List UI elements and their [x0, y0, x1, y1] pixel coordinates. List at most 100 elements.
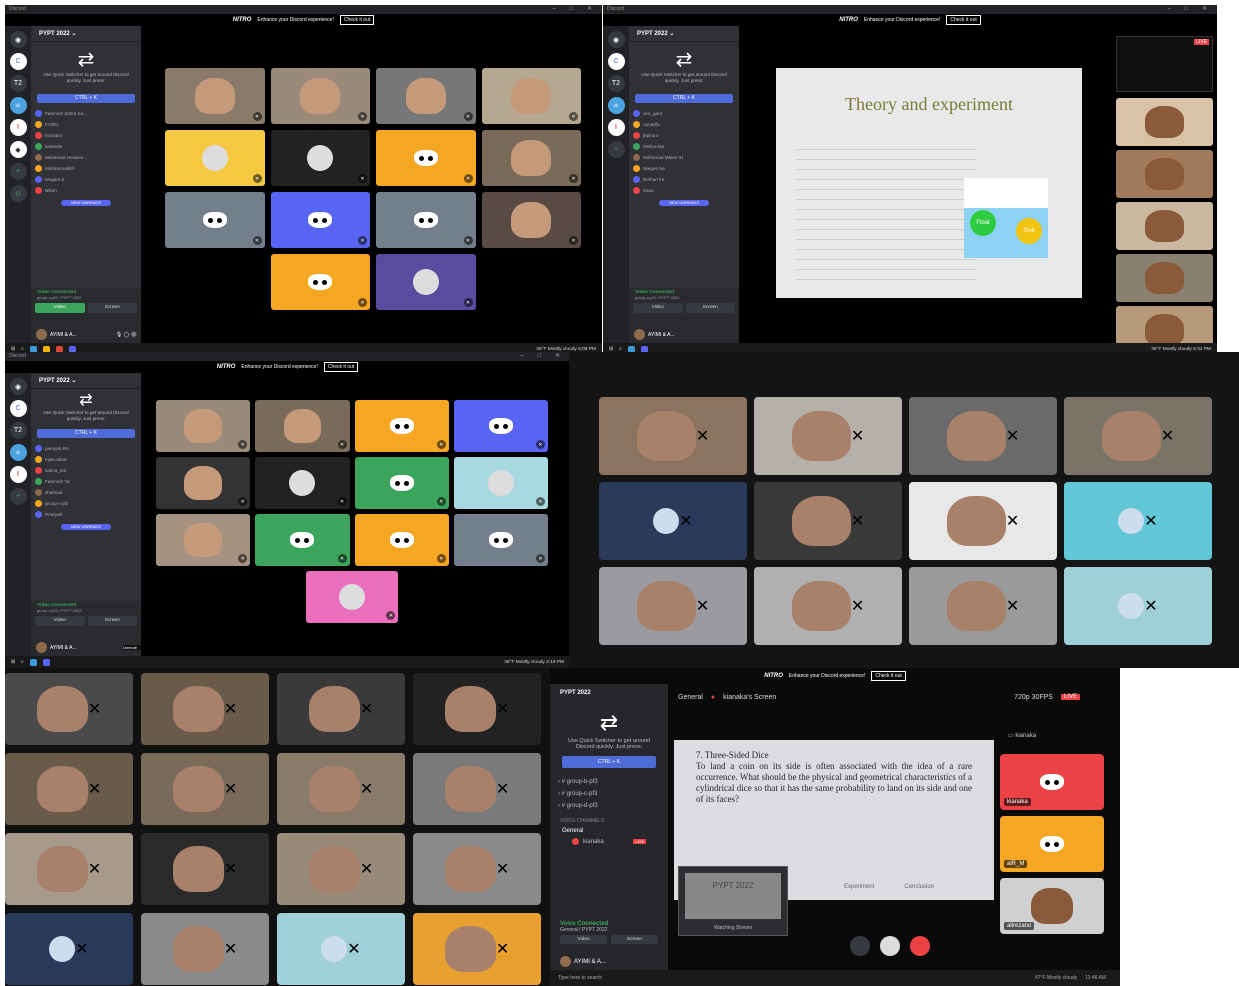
voice-user-row[interactable]: Fatemeh Ya [35, 476, 137, 487]
voice-user-row[interactable]: kastanbr [35, 141, 137, 152]
video-button[interactable]: Video [560, 935, 607, 944]
video-tile[interactable]: ✕ [1064, 397, 1212, 475]
disconnect-icon[interactable] [910, 936, 930, 956]
server-icon[interactable]: ⚛ [9, 444, 27, 461]
video-tile[interactable]: ✕ [277, 913, 405, 985]
video-tile[interactable]: ✕ [413, 833, 541, 905]
server-icon[interactable]: ◆ [9, 141, 27, 158]
server-name[interactable]: PYPT 2022 ⌄ [629, 26, 739, 42]
check-it-out-button[interactable]: Check it out [323, 362, 359, 372]
new-unreads-badge[interactable]: NEW UNREADS [659, 200, 709, 206]
video-tile[interactable]: ✕ [141, 673, 269, 745]
video-tile[interactable]: ✕ [277, 833, 405, 905]
server-name[interactable]: PYPT 2022 [550, 684, 668, 702]
voice-user-row[interactable]: mjan.abod [35, 454, 137, 465]
video-tile[interactable]: ✕ [754, 397, 902, 475]
taskbar-app-icon[interactable] [42, 658, 50, 666]
video-tile[interactable]: ✕ [413, 913, 541, 985]
server-icon[interactable]: T2 [9, 422, 27, 439]
server-icon[interactable]: ⚛ [9, 97, 27, 114]
participant-tile[interactable] [1116, 254, 1213, 302]
stream-pip[interactable]: PYPT 2022 Watching Stream [678, 866, 788, 936]
voice-user-row[interactable]: Borhan Fa [633, 174, 735, 185]
stream-preview[interactable]: LIVE [1116, 36, 1213, 92]
windows-icon[interactable]: ⊞ [11, 347, 15, 352]
server-icon[interactable]: ⚛ [607, 97, 625, 114]
video-tile[interactable]: ✕ [5, 913, 133, 985]
windows-icon[interactable]: ⊞ [11, 660, 15, 665]
voice-user-row[interactable]: group-c-pf2 [35, 498, 137, 509]
add-server-icon[interactable]: + [607, 141, 625, 158]
video-tile[interactable]: ✕ [481, 130, 581, 186]
explore-icon[interactable]: ⊙ [9, 185, 27, 202]
video-tile[interactable]: ✕ [156, 514, 251, 566]
video-tile[interactable]: ✕ [909, 482, 1057, 560]
video-tile[interactable]: ✕ [599, 567, 747, 645]
check-it-out-button[interactable]: Check it out [871, 671, 906, 681]
server-icon[interactable]: C [9, 400, 27, 417]
discord-home-icon[interactable]: ◉ [9, 31, 27, 48]
voice-user-row[interactable]: ven_gara [633, 108, 735, 119]
taskbar-app-icon[interactable] [29, 658, 37, 666]
windows-icon[interactable]: ⊞ [609, 347, 613, 352]
mic-headset-settings-icon[interactable]: 🎙 ◯ ⚙ [116, 332, 141, 338]
video-tile[interactable]: ✕ [376, 68, 476, 124]
taskbar-search-input[interactable]: Type here to search [558, 975, 602, 981]
voice-user-row[interactable]: Narges Ne [633, 163, 735, 174]
screen-share-button[interactable]: Screen [611, 935, 658, 944]
voice-user-row[interactable]: Pouryaft [35, 509, 137, 520]
video-tile[interactable]: ✕ [270, 254, 370, 310]
discord-home-icon[interactable]: ◉ [607, 31, 625, 48]
video-tile[interactable]: ✕ [453, 514, 548, 566]
participant-tile[interactable]: alR_M [1000, 816, 1104, 872]
video-tile[interactable]: ✕ [270, 68, 370, 124]
window-controls[interactable]: – □ ✕ [1168, 5, 1213, 14]
video-tile[interactable]: ✕ [354, 514, 449, 566]
video-tile[interactable]: ✕ [376, 130, 476, 186]
voice-user-row[interactable]: Mogam.b [35, 174, 137, 185]
avatar[interactable] [36, 642, 47, 653]
server-icon[interactable]: I [9, 466, 27, 483]
voice-user-row[interactable]: FAZEL [35, 119, 137, 130]
check-it-out-button[interactable]: Check it out [339, 15, 375, 25]
participant-tile[interactable] [1116, 202, 1213, 250]
video-tile[interactable]: ✕ [754, 482, 902, 560]
video-tile[interactable]: ✕ [376, 254, 476, 310]
server-name[interactable]: PYPT 2022 ⌄ [31, 26, 141, 42]
new-unreads-badge[interactable]: NEW UNREADS [61, 524, 111, 530]
voice-channel-general[interactable]: General [550, 826, 668, 836]
voice-user-row[interactable]: Fatemeh Zahra Sa... [35, 108, 137, 119]
video-tile[interactable]: ✕ [754, 567, 902, 645]
screen-share-button[interactable]: Screen [87, 303, 137, 313]
server-icon[interactable]: C [607, 53, 625, 70]
ctrl-k-button[interactable]: CTRL + K [37, 94, 135, 103]
video-tile[interactable]: ✕ [413, 753, 541, 825]
voice-user-row[interactable]: shahvad [35, 487, 137, 498]
video-tile[interactable]: ✕ [277, 673, 405, 745]
avatar[interactable] [880, 936, 900, 956]
avatar[interactable] [634, 329, 645, 340]
voice-user-row[interactable]: MohammadKh [35, 163, 137, 174]
video-button[interactable]: Video [35, 303, 85, 313]
video-tile[interactable]: ✕ [1064, 482, 1212, 560]
discord-home-icon[interactable]: ◉ [9, 378, 27, 395]
voice-user-row[interactable]: Nikah [35, 185, 137, 196]
video-button[interactable]: Video [633, 303, 683, 313]
video-tile[interactable]: ✕ [255, 457, 350, 509]
server-icon[interactable]: I [9, 119, 27, 136]
video-tile[interactable]: ✕ [413, 673, 541, 745]
video-tile[interactable]: ✕ [1064, 567, 1212, 645]
video-tile[interactable]: ✕ [141, 833, 269, 905]
video-tile[interactable]: ✕ [376, 192, 476, 248]
video-tile[interactable]: ✕ [165, 192, 265, 248]
video-tile[interactable]: ✕ [305, 571, 399, 623]
participant-tile[interactable]: kianaka [1000, 754, 1104, 810]
server-name[interactable]: PYPT 2022 ⌄ [31, 373, 141, 389]
video-tile[interactable]: ✕ [909, 567, 1057, 645]
screen-share-button[interactable]: Screen [87, 616, 137, 626]
server-icon[interactable]: T2 [607, 75, 625, 92]
video-tile[interactable]: ✕ [453, 457, 548, 509]
avatar[interactable] [560, 956, 571, 967]
participant-tile[interactable] [1116, 98, 1213, 146]
video-tile[interactable]: ✕ [5, 833, 133, 905]
